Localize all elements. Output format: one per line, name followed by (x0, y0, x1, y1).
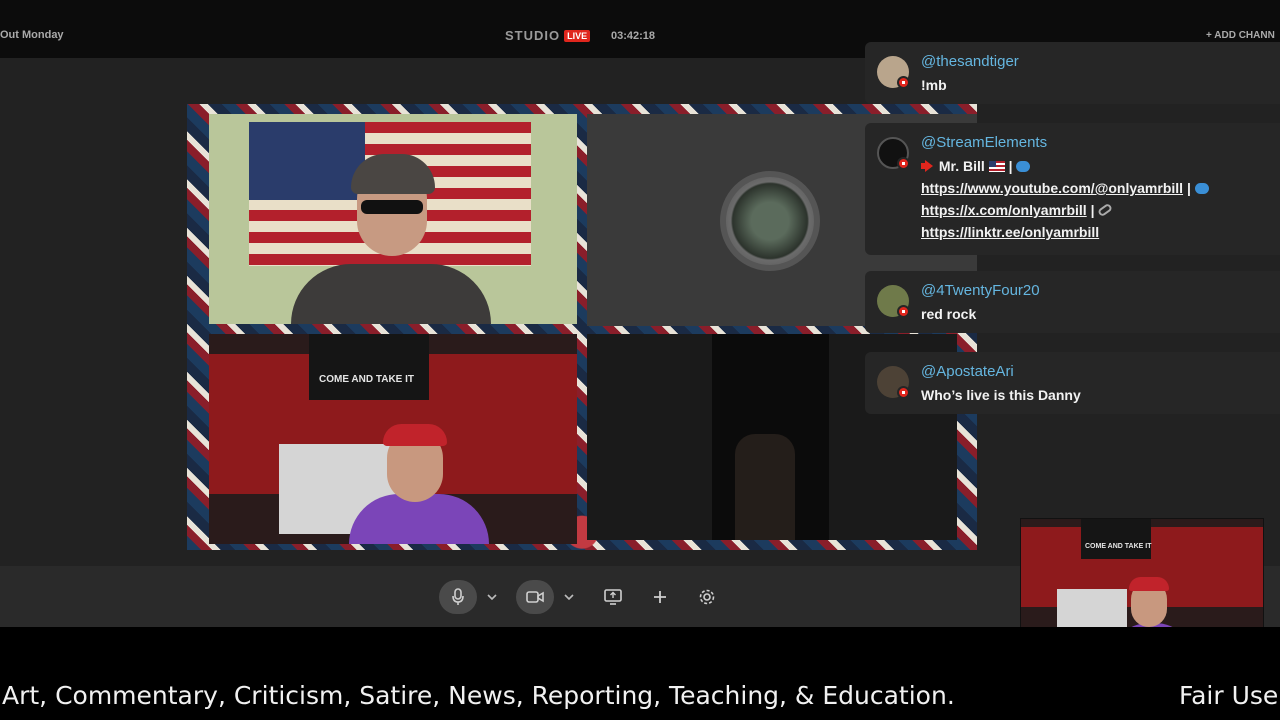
chat-message: @StreamElements Mr. Bill | https://www.y… (865, 123, 1280, 255)
guest-cap (383, 424, 447, 446)
chat-text: !mb (921, 77, 947, 93)
dark-figure (735, 434, 795, 540)
camera-button[interactable] (516, 580, 554, 614)
microphone-options-button[interactable] (482, 580, 502, 614)
settings-button[interactable] (688, 580, 726, 614)
chat-line-text: Mr. Bill (938, 158, 985, 174)
guest-avatar (720, 171, 820, 271)
chat-line: https://x.com/onlyamrbill | (921, 199, 1209, 221)
megaphone-icon (921, 160, 935, 172)
fair-use-ticker: Art, Commentary, Criticism, Satire, News… (0, 627, 1280, 720)
chat-message: @thesandtiger !mb (865, 42, 1280, 104)
chat-username: @StreamElements (921, 134, 1048, 151)
video-tile-guest-red-room[interactable]: COME AND TAKE IT (209, 334, 577, 544)
youtube-icon (897, 386, 910, 399)
add-channel-button[interactable]: + ADD CHANN (1206, 30, 1275, 41)
host-sunglasses (361, 200, 423, 214)
chat-message: @4TwentyFour20 red rock (865, 271, 1280, 333)
linktree-link[interactable]: https://linktr.ee/onlyamrbill (921, 224, 1099, 240)
banner-text: COME AND TAKE IT (1085, 543, 1152, 550)
studio-live-indicator: STUDIO LIVE (505, 28, 591, 43)
stream-timer: 03:42:18 (611, 30, 656, 42)
chevron-down-icon (487, 594, 497, 600)
studio-label: STUDIO (505, 28, 561, 43)
separator: | (1090, 202, 1095, 218)
x-link[interactable]: https://x.com/onlyamrbill (921, 202, 1087, 218)
youtube-link[interactable]: https://www.youtube.com/@onlyamrbill (921, 180, 1183, 196)
stream-canvas: COME AND TAKE IT (187, 104, 977, 550)
gear-icon (699, 589, 715, 605)
video-tile-host[interactable] (209, 114, 577, 324)
camera-options-button[interactable] (559, 580, 579, 614)
chat-text: red rock (921, 306, 977, 322)
chat-line: https://www.youtube.com/@onlyamrbill | (921, 177, 1209, 199)
screen-share-button[interactable] (594, 580, 632, 614)
top-left-title: Out Monday (0, 29, 64, 41)
youtube-icon (897, 305, 910, 318)
chat-line: Mr. Bill | (921, 155, 1209, 177)
banner-text: COME AND TAKE IT (319, 374, 414, 385)
chat-bubble-icon (1194, 183, 1209, 194)
us-flag-icon (988, 161, 1005, 172)
separator: | (1008, 158, 1013, 174)
add-source-button[interactable] (641, 580, 679, 614)
youtube-icon (897, 76, 910, 89)
chat-username: @4TwentyFour20 (921, 282, 1040, 299)
chat-username: @thesandtiger (921, 53, 1019, 70)
chat-message: @ApostateAri Who’s live is this Danny (865, 352, 1280, 414)
guest-cap (1129, 577, 1169, 591)
wall-banner (309, 334, 429, 400)
wall-banner (1081, 519, 1151, 559)
host-body (291, 264, 491, 324)
chat-username: @ApostateAri (921, 363, 1014, 380)
microphone-icon (452, 588, 464, 605)
flag-canton (249, 122, 365, 200)
ticker-text-repeat: Fair Use (1179, 681, 1279, 710)
chat-text: Mr. Bill | https://www.youtube.com/@only… (921, 155, 1209, 243)
screen-share-icon (604, 589, 622, 605)
youtube-icon (897, 157, 910, 170)
plus-icon (654, 591, 666, 603)
microphone-button[interactable] (439, 580, 477, 614)
live-badge: LIVE (564, 29, 591, 42)
chat-text: Who’s live is this Danny (921, 387, 1081, 403)
chat-line: https://linktr.ee/onlyamrbill (921, 221, 1209, 243)
chat-bubble-icon (1016, 161, 1031, 172)
link-icon (1097, 202, 1114, 218)
chevron-down-icon (564, 594, 574, 600)
ticker-text: Art, Commentary, Criticism, Satire, News… (2, 681, 955, 710)
camera-icon (526, 591, 544, 603)
separator: | (1186, 180, 1191, 196)
